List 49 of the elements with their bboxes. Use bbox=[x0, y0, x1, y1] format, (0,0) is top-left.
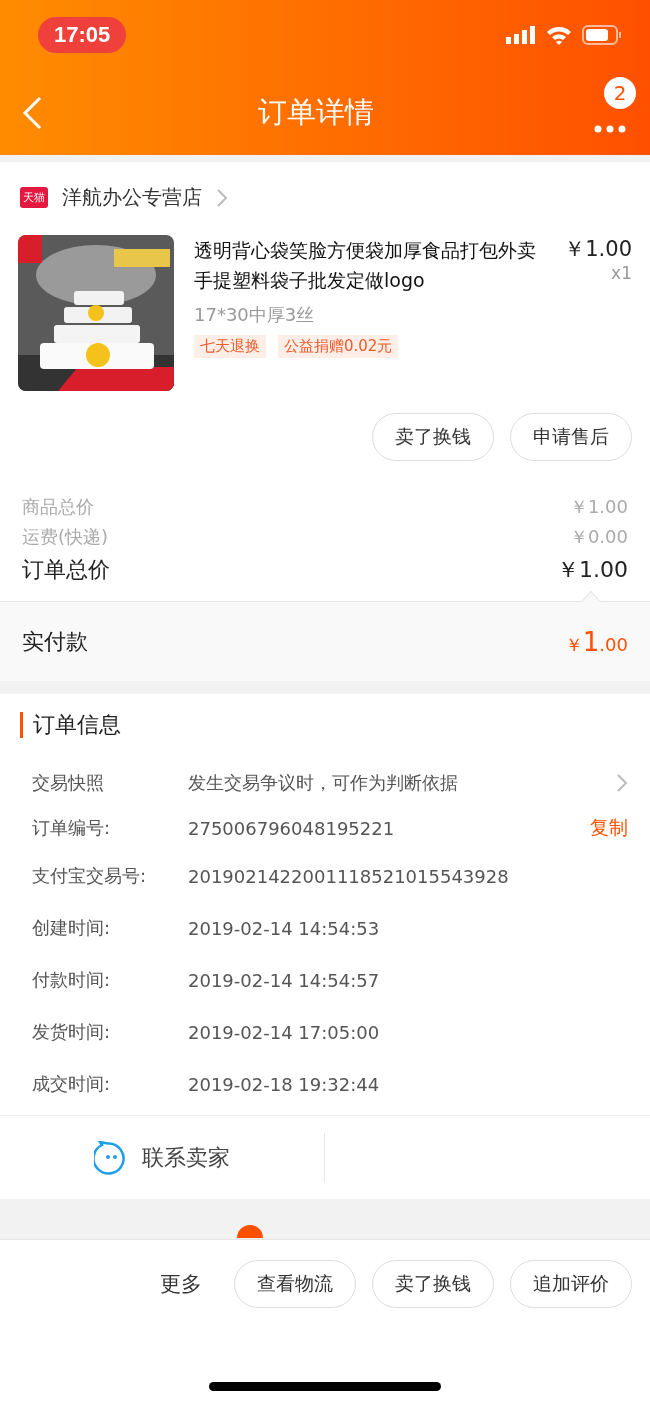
more-icon[interactable] bbox=[594, 124, 626, 133]
signal-icon bbox=[506, 26, 536, 44]
action-button[interactable]: 查看物流 bbox=[234, 1260, 356, 1308]
info-label: 支付宝交易号: bbox=[32, 864, 148, 888]
page-title: 订单详情 bbox=[258, 93, 374, 131]
chat-face-icon bbox=[94, 1140, 128, 1175]
chevron-right-icon[interactable] bbox=[616, 773, 628, 793]
action-button[interactable]: 卖了换钱 bbox=[372, 1260, 494, 1308]
section-title: 订单信息 bbox=[20, 712, 650, 738]
shop-name[interactable]: 洋航办公专营店 bbox=[62, 184, 202, 211]
total-value: ￥1.00 bbox=[569, 495, 628, 519]
product-title[interactable]: 透明背心袋笑脸方便袋加厚食品打包外卖手提塑料袋子批发定做logo bbox=[194, 235, 553, 295]
info-value: 2019021422001118521015543928 bbox=[188, 865, 510, 887]
info-value: 2019-02-18 19:32:44 bbox=[188, 1073, 381, 1095]
action-button[interactable]: 卖了换钱 bbox=[372, 413, 494, 461]
more-link[interactable]: 更多 bbox=[160, 1270, 202, 1298]
product-spec: 17*30中厚3丝 bbox=[194, 303, 316, 327]
service-tag: 七天退换 bbox=[194, 335, 266, 358]
info-value: 2019-02-14 14:54:57 bbox=[188, 969, 381, 991]
action-button[interactable]: 申请售后 bbox=[510, 413, 632, 461]
battery-icon bbox=[582, 25, 622, 45]
contact-seller-button[interactable]: 联系卖家 bbox=[0, 1132, 325, 1183]
total-label: 商品总价 bbox=[22, 495, 94, 519]
paid-label: 实付款 bbox=[22, 627, 88, 656]
store-tag: 天猫 bbox=[20, 187, 48, 208]
info-value: 2019-02-14 17:05:00 bbox=[188, 1021, 381, 1043]
total-label: 运费(快递) bbox=[22, 525, 109, 549]
product-quantity: x1 bbox=[611, 263, 632, 283]
info-label: 发货时间: bbox=[32, 1020, 112, 1044]
back-icon[interactable] bbox=[22, 95, 42, 130]
info-value: 275006796048195221 bbox=[188, 817, 396, 839]
notification-badge: 2 bbox=[604, 76, 636, 109]
info-label: 成交时间: bbox=[32, 1072, 112, 1096]
product-price: ￥1.00 bbox=[564, 236, 632, 263]
info-label: 创建时间: bbox=[32, 916, 112, 940]
total-label: 订单总价 bbox=[22, 556, 110, 584]
total-value: ￥1.00 bbox=[557, 556, 628, 584]
info-label: 订单编号: bbox=[32, 816, 112, 840]
info-label: 交易快照 bbox=[32, 771, 105, 795]
action-button[interactable]: 追加评价 bbox=[510, 1260, 632, 1308]
info-value: 2019-02-14 14:54:53 bbox=[188, 917, 381, 939]
paid-amount: ￥1.00 bbox=[564, 626, 628, 657]
wifi-icon bbox=[546, 25, 572, 45]
info-value: 发生交易争议时，可作为判断依据 bbox=[188, 771, 459, 795]
total-value: ￥0.00 bbox=[569, 525, 628, 549]
info-label: 付款时间: bbox=[32, 968, 112, 992]
service-tag: 公益捐赠0.02元 bbox=[278, 335, 399, 358]
status-time: 17:05 bbox=[38, 17, 127, 53]
chevron-right-icon[interactable] bbox=[216, 187, 228, 208]
